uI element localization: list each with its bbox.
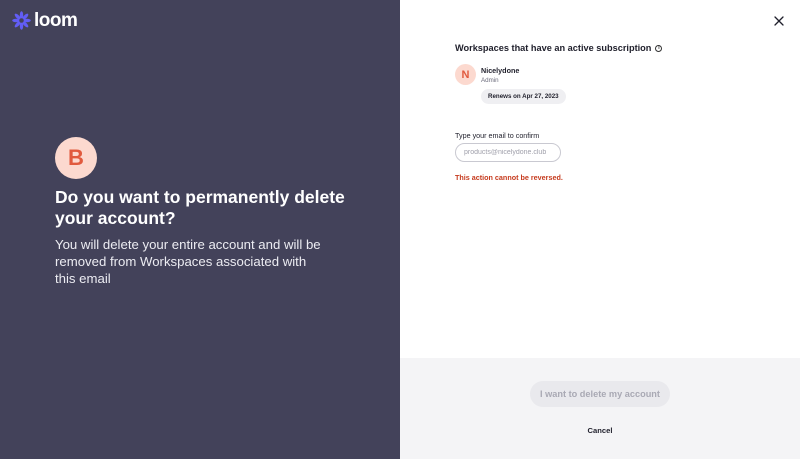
close-button[interactable] bbox=[773, 15, 785, 27]
workspace-role: Admin bbox=[481, 77, 499, 84]
irreversible-warning: This action cannot be reversed. bbox=[455, 173, 563, 182]
cancel-button[interactable]: Cancel bbox=[570, 424, 630, 436]
logo-wordmark: loom bbox=[34, 10, 78, 31]
info-icon[interactable]: i bbox=[655, 44, 663, 52]
left-panel: loom B Do you want to permanently delete… bbox=[0, 0, 400, 459]
workspaces-heading-text: Workspaces that have an active subscript… bbox=[455, 43, 652, 53]
loom-logo-icon bbox=[12, 11, 31, 30]
workspace-name: Nicelydone bbox=[481, 66, 520, 75]
close-icon bbox=[774, 16, 784, 26]
renewal-badge: Renews on Apr 27, 2023 bbox=[481, 89, 566, 104]
user-avatar: B bbox=[55, 137, 97, 179]
page-description: You will delete your entire account and … bbox=[55, 237, 321, 286]
delete-account-button[interactable]: I want to delete my account bbox=[530, 381, 670, 407]
workspaces-heading: Workspaces that have an active subscript… bbox=[455, 43, 663, 53]
workspace-avatar: N bbox=[455, 64, 476, 85]
loom-logo[interactable]: loom bbox=[12, 10, 78, 31]
page-title: Do you want to permanently delete your a… bbox=[55, 187, 345, 228]
email-confirm-label: Type your email to confirm bbox=[455, 131, 540, 140]
action-footer bbox=[400, 358, 800, 459]
email-confirm-input[interactable] bbox=[455, 143, 561, 162]
